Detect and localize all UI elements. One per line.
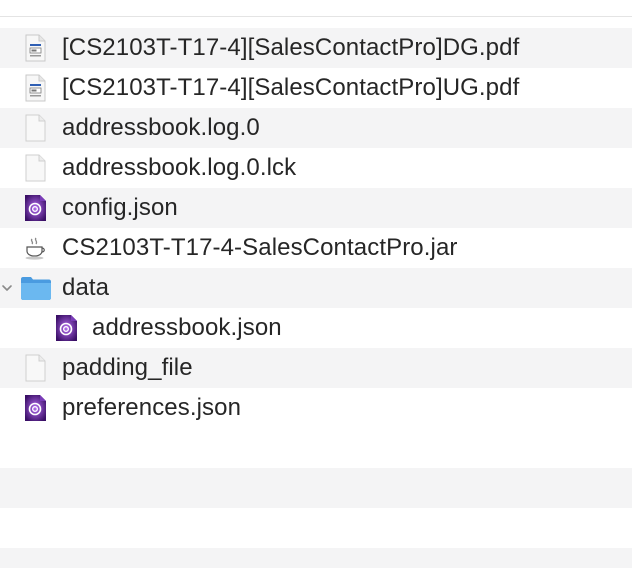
empty-row xyxy=(0,508,632,548)
file-name: addressbook.json xyxy=(92,314,282,341)
empty-row xyxy=(0,548,632,568)
pdf-document-icon xyxy=(21,34,49,62)
empty-row xyxy=(0,428,632,468)
finder-list-view: [CS2103T-T17-4][SalesContactPro]DG.pdf [… xyxy=(0,0,632,568)
file-row-jar[interactable]: CS2103T-T17-4-SalesContactPro.jar xyxy=(0,228,632,268)
json-document-icon xyxy=(21,194,49,222)
file-list: [CS2103T-T17-4][SalesContactPro]DG.pdf [… xyxy=(0,28,632,568)
json-document-icon xyxy=(21,394,49,422)
file-row-addressbook-log-lck[interactable]: addressbook.log.0.lck xyxy=(0,148,632,188)
blank-document-icon xyxy=(21,354,49,382)
chevron-down-icon[interactable] xyxy=(0,281,14,295)
file-row-preferences-json[interactable]: preferences.json xyxy=(0,388,632,428)
file-name: preferences.json xyxy=(62,394,242,421)
file-row-padding-file[interactable]: padding_file xyxy=(0,348,632,388)
blank-document-icon xyxy=(21,114,49,142)
file-row-config-json[interactable]: config.json xyxy=(0,188,632,228)
file-row-addressbook-json[interactable]: addressbook.json xyxy=(0,308,632,348)
blank-document-icon xyxy=(21,154,49,182)
file-name: config.json xyxy=(62,194,178,221)
file-row-dg-pdf[interactable]: [CS2103T-T17-4][SalesContactPro]DG.pdf xyxy=(0,28,632,68)
file-name: addressbook.log.0 xyxy=(62,114,260,141)
file-name: padding_file xyxy=(62,354,193,381)
java-coffee-cup-icon xyxy=(21,234,49,262)
json-document-icon xyxy=(52,314,80,342)
file-name: [CS2103T-T17-4][SalesContactPro]DG.pdf xyxy=(62,34,520,61)
file-name: [CS2103T-T17-4][SalesContactPro]UG.pdf xyxy=(62,74,520,101)
column-header-strip xyxy=(0,0,632,17)
empty-row xyxy=(0,468,632,508)
folder-row-data[interactable]: data xyxy=(0,268,632,308)
file-name: CS2103T-T17-4-SalesContactPro.jar xyxy=(62,234,458,261)
pdf-document-icon xyxy=(21,74,49,102)
file-row-ug-pdf[interactable]: [CS2103T-T17-4][SalesContactPro]UG.pdf xyxy=(0,68,632,108)
file-name: addressbook.log.0.lck xyxy=(62,154,297,181)
file-row-addressbook-log[interactable]: addressbook.log.0 xyxy=(0,108,632,148)
file-name: data xyxy=(62,274,110,301)
folder-icon xyxy=(20,274,52,302)
